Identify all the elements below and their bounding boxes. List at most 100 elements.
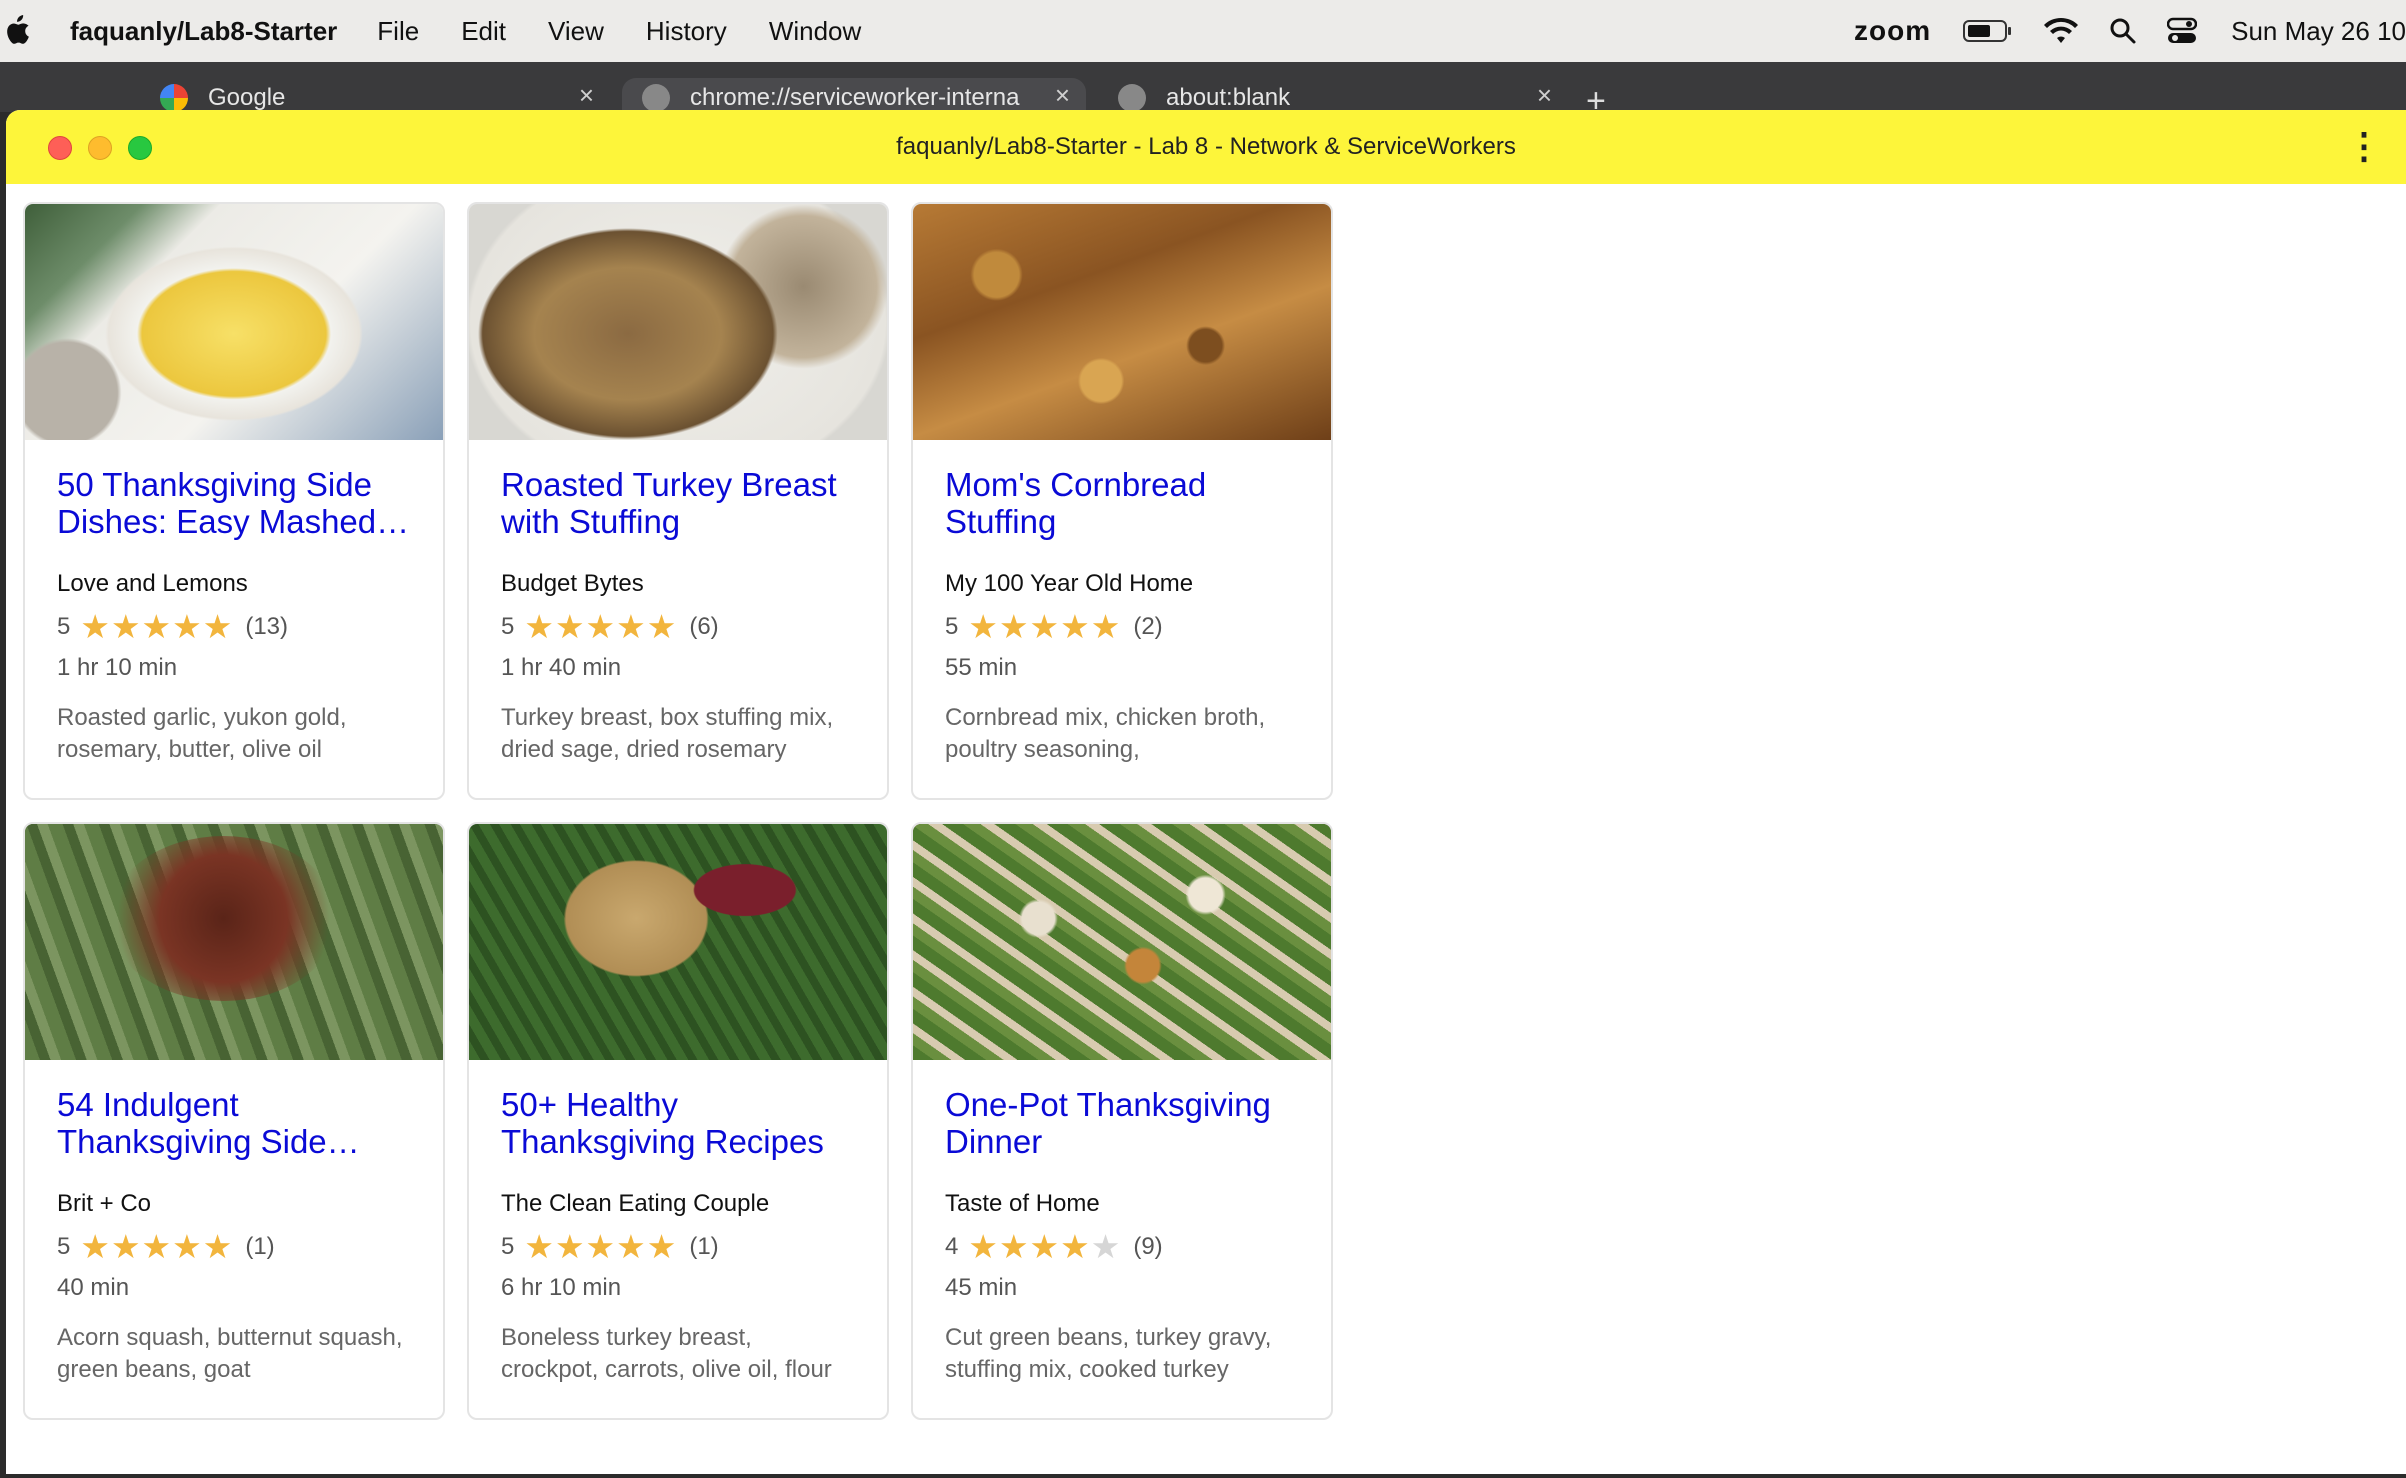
recipe-card[interactable]: 50 Thanksgiving Side Dishes: Easy Mashed… [23, 202, 445, 800]
recipe-ingredients: Acorn squash, butternut squash, green be… [57, 1324, 403, 1383]
mashed-potatoes-photo[interactable] [25, 204, 443, 440]
review-count: (6) [689, 613, 719, 640]
star-filled-icon: ★ [202, 608, 233, 645]
green-beans-photo[interactable] [25, 824, 443, 1060]
google-favicon-icon [160, 84, 188, 112]
rating-value: 5 [501, 1233, 515, 1260]
recipe-ingredients: Roasted garlic, yukon gold, rosemary, bu… [57, 704, 347, 763]
star-filled-icon: ★ [110, 1228, 141, 1265]
close-icon[interactable]: × [1055, 80, 1070, 111]
menu-edit[interactable]: Edit [461, 16, 506, 47]
cornbread-stuffing-photo[interactable] [913, 204, 1331, 440]
battery-icon[interactable] [1963, 18, 2013, 44]
star-filled-icon: ★ [80, 1228, 110, 1265]
macos-menu-bar: faquanly/Lab8-Starter File Edit View His… [0, 0, 2406, 62]
star-filled-icon: ★ [646, 608, 677, 645]
app-window: faquanly/Lab8-Starter - Lab 8 - Network … [6, 110, 2406, 1474]
globe-icon [642, 84, 670, 112]
window-maximize-button[interactable] [128, 136, 152, 160]
star-filled-icon: ★ [172, 608, 202, 645]
recipe-ingredients: Cornbread mix, chicken broth, poultry se… [945, 704, 1266, 763]
turkey-plate-photo[interactable] [469, 824, 887, 1060]
recipe-rating: 5 ★ ★ ★ ★ ★ (2) [945, 610, 1299, 644]
globe-icon [1118, 84, 1146, 112]
rating-value: 4 [945, 1233, 959, 1260]
star-rating: ★ ★ ★ ★ ★ [968, 610, 1121, 644]
recipe-title-link[interactable]: One-Pot Thanksgiving Dinner [945, 1086, 1299, 1160]
star-rating: ★ ★ ★ ★ ★ [968, 1230, 1121, 1264]
recipe-card[interactable]: 50+ Healthy Thanksgiving Recipes The Cle… [467, 822, 889, 1420]
menu-view[interactable]: View [548, 16, 604, 47]
menu-file[interactable]: File [377, 16, 419, 47]
recipe-time: 1 hr 40 min [501, 654, 622, 681]
star-empty-icon: ★ [1090, 1228, 1121, 1265]
menu-history[interactable]: History [646, 16, 727, 47]
more-menu-icon[interactable]: ⋮ [2346, 128, 2382, 164]
recipe-time: 1 hr 10 min [57, 654, 178, 681]
recipe-title-link[interactable]: Mom's Cornbread Stuffing [945, 466, 1299, 540]
recipe-title-link[interactable]: Roasted Turkey Breast with Stuffing [501, 466, 855, 540]
recipe-card-grid: 50 Thanksgiving Side Dishes: Easy Mashed… [23, 202, 1333, 1420]
review-count: (13) [245, 613, 289, 640]
recipe-time: 55 min [945, 654, 1018, 681]
recipe-ingredients: Cut green beans, turkey gravy, stuffing … [945, 1324, 1272, 1383]
review-count: (2) [1133, 613, 1163, 640]
close-icon[interactable]: × [1537, 80, 1552, 111]
star-filled-icon: ★ [998, 1228, 1029, 1265]
recipe-rating: 4 ★ ★ ★ ★ ★ (9) [945, 1230, 1299, 1264]
window-minimize-button[interactable] [88, 136, 112, 160]
rating-value: 5 [57, 613, 71, 640]
star-filled-icon: ★ [80, 608, 110, 645]
star-filled-icon: ★ [554, 608, 585, 645]
window-titlebar: faquanly/Lab8-Starter - Lab 8 - Network … [6, 110, 2406, 184]
star-filled-icon: ★ [616, 1228, 646, 1265]
recipe-card[interactable]: Mom's Cornbread Stuffing My 100 Year Old… [911, 202, 1333, 800]
star-filled-icon: ★ [202, 1228, 233, 1265]
star-filled-icon: ★ [646, 1228, 677, 1265]
recipe-rating: 5 ★ ★ ★ ★ ★ (1) [501, 1230, 855, 1264]
recipe-rating: 5 ★ ★ ★ ★ ★ (1) [57, 1230, 411, 1264]
spotlight-search-icon[interactable] [2109, 17, 2137, 45]
recipe-card[interactable]: Roasted Turkey Breast with Stuffing Budg… [467, 202, 889, 800]
apple-logo-icon[interactable] [4, 15, 32, 47]
star-filled-icon: ★ [585, 608, 616, 645]
zoom-status-item[interactable]: zoom [1854, 15, 1931, 47]
recipe-card[interactable]: One-Pot Thanksgiving Dinner Taste of Hom… [911, 822, 1333, 1420]
star-rating: ★ ★ ★ ★ ★ [524, 610, 677, 644]
star-filled-icon: ★ [968, 608, 998, 645]
one-pot-dinner-photo[interactable] [913, 824, 1331, 1060]
recipe-title-link[interactable]: 54 Indulgent Thanksgiving Side Dishes [57, 1086, 411, 1160]
star-filled-icon: ★ [1029, 1228, 1060, 1265]
control-center-icon[interactable] [2167, 17, 2198, 45]
menubar-clock[interactable]: Sun May 26 10 [2231, 16, 2406, 47]
recipe-time: 40 min [57, 1274, 130, 1301]
star-filled-icon: ★ [1090, 608, 1121, 645]
recipe-title-link[interactable]: 50 Thanksgiving Side Dishes: Easy Mashed… [57, 466, 411, 540]
star-filled-icon: ★ [110, 608, 141, 645]
recipe-card[interactable]: 54 Indulgent Thanksgiving Side Dishes Br… [23, 822, 445, 1420]
turkey-stuffing-photo[interactable] [469, 204, 887, 440]
recipe-card-body: 50 Thanksgiving Side Dishes: Easy Mashed… [25, 440, 443, 766]
rating-value: 5 [501, 613, 515, 640]
recipe-organization: The Clean Eating Couple [501, 1190, 770, 1217]
window-controls [48, 136, 168, 160]
menu-window[interactable]: Window [769, 16, 861, 47]
window-close-button[interactable] [48, 136, 72, 160]
star-filled-icon: ★ [141, 1228, 172, 1265]
recipe-rating: 5 ★ ★ ★ ★ ★ (13) [57, 610, 411, 644]
recipe-organization: Brit + Co [57, 1190, 152, 1217]
review-count: (1) [689, 1233, 719, 1260]
recipe-organization: Love and Lemons [57, 570, 248, 597]
star-filled-icon: ★ [524, 1228, 554, 1265]
wifi-icon[interactable] [2043, 17, 2079, 45]
app-name-menu[interactable]: faquanly/Lab8-Starter [70, 16, 337, 47]
rating-value: 5 [945, 613, 959, 640]
recipe-time: 45 min [945, 1274, 1018, 1301]
recipe-card-body: Roasted Turkey Breast with Stuffing Budg… [469, 440, 887, 766]
star-rating: ★ ★ ★ ★ ★ [80, 1230, 233, 1264]
recipe-title-link[interactable]: 50+ Healthy Thanksgiving Recipes [501, 1086, 855, 1160]
star-filled-icon: ★ [998, 608, 1029, 645]
star-filled-icon: ★ [554, 1228, 585, 1265]
close-icon[interactable]: × [579, 80, 594, 111]
tab-title: Google [208, 84, 286, 111]
